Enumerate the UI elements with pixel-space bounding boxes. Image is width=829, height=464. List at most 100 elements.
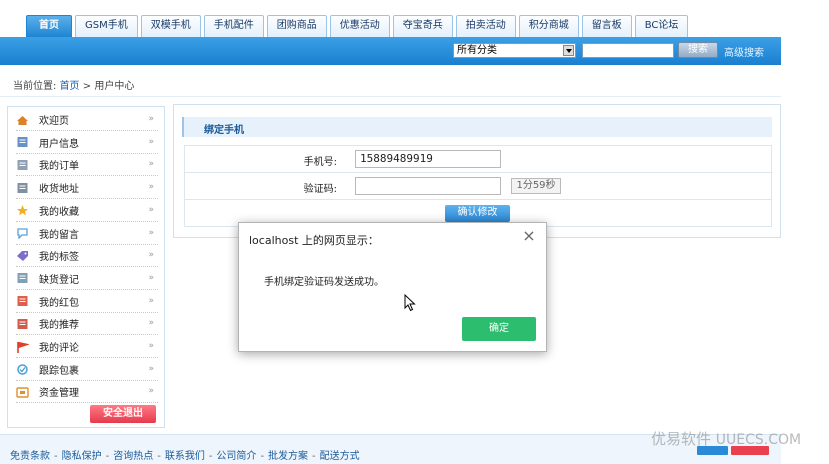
sidebar-item-4[interactable]: 我的收藏 » bbox=[16, 200, 158, 222]
mouse-cursor-icon bbox=[404, 294, 416, 312]
watermark: 优易软件 UUECS.COM bbox=[651, 428, 801, 449]
home-icon bbox=[16, 114, 29, 126]
tab-2[interactable]: 双模手机 bbox=[140, 15, 201, 37]
chevron-right-icon: » bbox=[148, 250, 154, 261]
sidebar-item-8[interactable]: 我的红包 » bbox=[16, 291, 158, 313]
watermark-cn: 优易软件 bbox=[651, 430, 712, 448]
notepad-icon bbox=[16, 272, 29, 284]
sidebar-item-label: 缺货登记 bbox=[39, 274, 79, 286]
sidebar-item-label: 用户信息 bbox=[39, 138, 79, 150]
footer-separator: - bbox=[105, 451, 110, 462]
breadcrumb: 当前位置: 首页 > 用户中心 bbox=[13, 77, 134, 92]
footer-separator: - bbox=[54, 451, 58, 462]
alert-dialog: localhost 上的网页显示： × 手机绑定验证码发送成功。 确定 bbox=[238, 222, 547, 352]
footer-link-6[interactable]: 配送方式 bbox=[320, 451, 360, 462]
footer-separator: - bbox=[157, 451, 161, 462]
code-row: 验证码: 1分59秒 bbox=[185, 173, 771, 200]
chevron-right-icon: » bbox=[148, 204, 154, 215]
sidebar-item-label: 我的推荐 bbox=[39, 320, 79, 332]
chevron-right-icon: » bbox=[148, 182, 154, 193]
sidebar-item-label: 资金管理 bbox=[39, 388, 79, 400]
chevron-right-icon: » bbox=[148, 386, 154, 397]
code-label: 验证码: bbox=[303, 184, 337, 195]
search-button[interactable]: 搜索 bbox=[678, 42, 718, 58]
confirm-change-button[interactable]: 确认修改 bbox=[445, 205, 510, 222]
star-icon bbox=[16, 204, 29, 216]
panel-title: 绑定手机 bbox=[204, 125, 244, 136]
ok-button[interactable]: 确定 bbox=[462, 317, 536, 341]
sidebar-item-6[interactable]: 我的标签 » bbox=[16, 245, 158, 268]
chevron-right-icon: » bbox=[148, 363, 154, 374]
sidebar-item-7[interactable]: 缺货登记 » bbox=[16, 268, 158, 290]
footer-link-3[interactable]: 联系我们 bbox=[165, 451, 205, 462]
footer-link-1[interactable]: 隐私保护 bbox=[62, 451, 102, 462]
top-nav: 首页 GSM手机 双模手机 手机配件 团购商品 优惠活动 夺宝奇兵 拍卖活动 积分商城 留言板 BC… bbox=[0, 0, 829, 38]
chevron-right-icon: » bbox=[148, 341, 154, 351]
tab-4[interactable]: 团购商品 bbox=[266, 15, 327, 37]
category-select-value: 所有分类 bbox=[457, 45, 497, 56]
sidebar-item-3[interactable]: 收货地址 » bbox=[16, 177, 158, 200]
flag-icon bbox=[16, 341, 30, 353]
footer-link-0[interactable]: 免责条款 bbox=[10, 451, 50, 462]
speech-bubble-icon bbox=[16, 227, 29, 240]
panel-header: 绑定手机 bbox=[182, 117, 772, 137]
footer-separator: - bbox=[208, 451, 213, 462]
chevron-right-icon: » bbox=[148, 159, 154, 170]
sidebar-item-label: 我的评论 bbox=[39, 343, 79, 354]
phone-label: 手机号: bbox=[303, 157, 337, 168]
chevron-right-icon: » bbox=[148, 295, 154, 306]
breadcrumb-separator: > bbox=[82, 81, 92, 92]
close-icon[interactable]: × bbox=[520, 227, 538, 245]
tab-1[interactable]: GSM手机 bbox=[75, 15, 138, 37]
breadcrumb-prefix: 当前位置: bbox=[13, 81, 57, 92]
wallet-icon bbox=[16, 386, 29, 398]
breadcrumb-current: 用户中心 bbox=[94, 81, 135, 92]
sidebar-item-12[interactable]: 资金管理 » bbox=[16, 381, 158, 404]
sidebar-item-label: 我的订单 bbox=[39, 161, 79, 173]
phone-input[interactable]: 15889489919 bbox=[355, 150, 501, 168]
advanced-search-link[interactable]: 高级搜索 bbox=[724, 44, 764, 59]
resend-countdown-button[interactable]: 1分59秒 bbox=[511, 178, 561, 194]
main-tabs: 首页 GSM手机 双模手机 手机配件 团购商品 优惠活动 夺宝奇兵 拍卖活动 积分商城 留言板 BC… bbox=[26, 15, 689, 37]
dialog-title: localhost 上的网页显示： bbox=[249, 234, 379, 247]
tag-icon bbox=[16, 250, 29, 262]
tab-3[interactable]: 手机配件 bbox=[203, 15, 264, 37]
dialog-message: 手机绑定验证码发送成功。 bbox=[264, 277, 384, 288]
code-input[interactable] bbox=[355, 177, 501, 195]
chevron-right-icon: » bbox=[148, 227, 154, 238]
sidebar-item-label: 收货地址 bbox=[39, 184, 79, 196]
address-book-icon bbox=[16, 182, 29, 194]
sidebar-item-11[interactable]: 跟踪包裹 » bbox=[16, 359, 158, 381]
tab-10[interactable]: BC论坛 bbox=[634, 15, 689, 37]
footer-separator: - bbox=[260, 451, 265, 462]
sidebar-item-5[interactable]: 我的留言 » bbox=[16, 223, 158, 245]
red-envelope-icon bbox=[16, 295, 29, 307]
tab-8[interactable]: 积分商城 bbox=[518, 15, 579, 37]
phone-row: 手机号: 15889489919 bbox=[185, 146, 771, 173]
id-card-icon bbox=[16, 136, 29, 148]
footer-link-2[interactable]: 咨询热点 bbox=[113, 451, 153, 462]
sidebar-item-label: 我的标签 bbox=[39, 252, 79, 264]
footer-link-4[interactable]: 公司简介 bbox=[216, 451, 256, 462]
sidebar-item-2[interactable]: 我的订单 » bbox=[16, 154, 158, 177]
tab-0[interactable]: 首页 bbox=[26, 15, 72, 37]
document-icon bbox=[16, 159, 29, 171]
sidebar-item-0[interactable]: 欢迎页 » bbox=[16, 109, 158, 131]
sidebar-item-label: 我的红包 bbox=[39, 297, 79, 309]
recommend-icon bbox=[16, 318, 29, 330]
breadcrumb-divider bbox=[0, 96, 781, 97]
sidebar-item-1[interactable]: 用户信息 » bbox=[16, 132, 158, 154]
category-select[interactable]: 所有分类 bbox=[453, 43, 576, 58]
logout-button[interactable]: 安全退出 bbox=[90, 405, 156, 423]
tab-6[interactable]: 夺宝奇兵 bbox=[392, 15, 453, 37]
tab-5[interactable]: 优惠活动 bbox=[329, 15, 390, 37]
sidebar-item-10[interactable]: 我的评论 » bbox=[16, 336, 158, 358]
tab-7[interactable]: 拍卖活动 bbox=[455, 15, 516, 37]
chevron-right-icon: » bbox=[148, 318, 154, 329]
footer-link-5[interactable]: 批发方案 bbox=[268, 451, 308, 462]
sidebar-item-9[interactable]: 我的推荐 » bbox=[16, 313, 158, 336]
search-input[interactable] bbox=[582, 43, 674, 58]
chevron-down-icon[interactable] bbox=[563, 45, 574, 56]
breadcrumb-home-link[interactable]: 首页 bbox=[60, 81, 80, 92]
tab-9[interactable]: 留言板 bbox=[581, 15, 632, 37]
